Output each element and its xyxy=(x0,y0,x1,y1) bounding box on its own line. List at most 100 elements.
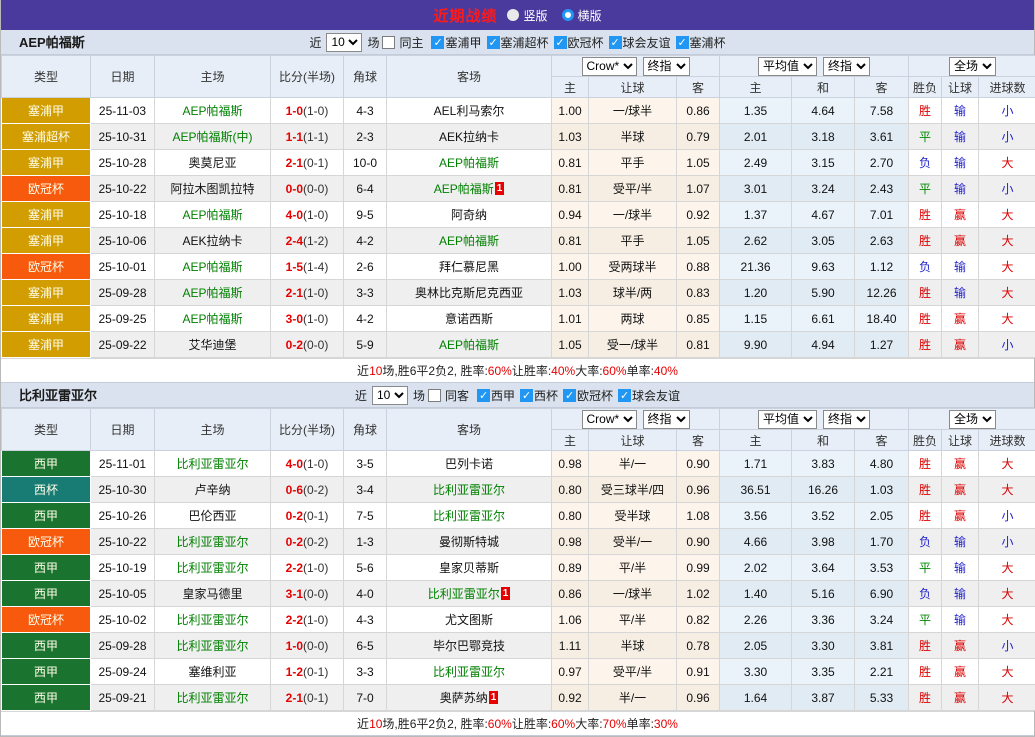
match-row: 西甲25-10-19比利亚雷亚尔2-2(1-0)5-6皇家贝蒂斯0.89平/半0… xyxy=(2,555,1035,581)
league-badge: 西甲 xyxy=(2,555,91,581)
home-team-name[interactable]: AEP帕福斯 xyxy=(182,208,242,222)
avg-ref-select[interactable]: 终指 xyxy=(823,57,870,76)
crow-home-odds: 0.81 xyxy=(552,176,589,202)
league-badge: 欧冠杯 xyxy=(2,607,91,633)
home-team-name[interactable]: AEP帕福斯 xyxy=(182,286,242,300)
goals-outcome: 小 xyxy=(979,529,1035,555)
handicap-outcome: 输 xyxy=(942,176,979,202)
result-outcome: 平 xyxy=(909,555,942,581)
corner-score: 1-3 xyxy=(344,529,387,555)
league-filter-item[interactable]: 塞浦杯 xyxy=(676,36,726,50)
summary-text-part: 30% xyxy=(654,717,678,731)
matches-table: 类型 日期 主场 比分(半场) 角球 客场 Crow*终指 平均值终指 全场 xyxy=(1,55,1035,358)
away-team-name: 奥林比克斯尼克西亚 xyxy=(415,286,523,300)
league-checkbox[interactable] xyxy=(676,36,689,49)
summary-text-part: 10 xyxy=(369,717,382,731)
league-filter-item[interactable]: 塞浦超杯 xyxy=(487,36,549,50)
bookmaker-select[interactable]: Crow* xyxy=(582,57,637,76)
halftime-score: (0-0) xyxy=(303,587,328,601)
book-ref-select[interactable]: 终指 xyxy=(643,410,690,429)
average-select[interactable]: 平均值 xyxy=(758,410,817,429)
score-cell: 2-2(1-0) xyxy=(271,607,344,633)
handicap-outcome: 输 xyxy=(942,280,979,306)
games-count-select[interactable]: 10 xyxy=(326,33,362,52)
league-checkbox[interactable] xyxy=(477,389,490,402)
home-team-name[interactable]: AEP帕福斯(中) xyxy=(172,130,252,144)
home-team-name[interactable]: 比利亚雷亚尔 xyxy=(176,561,248,575)
away-team-cell: AEP帕福斯 xyxy=(387,228,552,254)
summary-text-part: 大率: xyxy=(575,715,602,732)
home-team-cell: 塞维利亚 xyxy=(155,659,271,685)
col-home: 主场 xyxy=(155,56,271,98)
away-team-name[interactable]: AEP帕福斯 xyxy=(439,156,499,170)
league-checkbox[interactable] xyxy=(563,389,576,402)
away-team-name[interactable]: 比利亚雷亚尔 xyxy=(433,665,505,679)
summary-text-part: 40% xyxy=(654,364,678,378)
games-count-select[interactable]: 10 xyxy=(372,386,408,405)
average-select[interactable]: 平均值 xyxy=(758,57,817,76)
league-filter-item[interactable]: 西甲 xyxy=(477,389,515,403)
avg-ref-select[interactable]: 终指 xyxy=(823,410,870,429)
away-team-name[interactable]: 比利亚雷亚尔 xyxy=(428,587,500,601)
score-cell: 1-2(0-1) xyxy=(271,659,344,685)
league-checkbox[interactable] xyxy=(431,36,444,49)
away-team-name[interactable]: AEP帕福斯 xyxy=(439,338,499,352)
crow-away-odds: 0.81 xyxy=(677,332,720,358)
halftime-score: (0-1) xyxy=(303,509,328,523)
league-filter-item[interactable]: 欧冠杯 xyxy=(554,36,604,50)
home-team-cell: 奥莫尼亚 xyxy=(155,150,271,176)
league-checkbox[interactable] xyxy=(554,36,567,49)
vertical-layout-radio[interactable]: 竖版 xyxy=(507,7,547,24)
league-filter-item[interactable]: 塞浦甲 xyxy=(431,36,481,50)
avg-home-odds: 9.90 xyxy=(720,332,792,358)
league-filter-item[interactable]: 球会友谊 xyxy=(618,389,680,403)
home-team-cell: 比利亚雷亚尔 xyxy=(155,555,271,581)
league-filter-item[interactable]: 西杯 xyxy=(520,389,558,403)
book-ref-select[interactable]: 终指 xyxy=(643,57,690,76)
match-date: 25-10-01 xyxy=(91,254,155,280)
home-team-name[interactable]: 比利亚雷亚尔 xyxy=(176,639,248,653)
league-filter-item[interactable]: 球会友谊 xyxy=(609,36,671,50)
bookmaker-select[interactable]: Crow* xyxy=(582,410,637,429)
league-checkbox[interactable] xyxy=(487,36,500,49)
home-team-name[interactable]: 比利亚雷亚尔 xyxy=(176,613,248,627)
away-team-name[interactable]: AEP帕福斯 xyxy=(434,182,494,196)
home-team-name[interactable]: AEP帕福斯 xyxy=(182,104,242,118)
league-checkbox[interactable] xyxy=(520,389,533,402)
avg-home-odds: 2.49 xyxy=(720,150,792,176)
home-team-name[interactable]: AEP帕福斯 xyxy=(182,260,242,274)
scope-select[interactable]: 全场 xyxy=(949,410,996,429)
home-team-name[interactable]: 比利亚雷亚尔 xyxy=(176,535,248,549)
handicap-line: 受三球半/四 xyxy=(589,477,677,503)
away-team-name[interactable]: 比利亚雷亚尔 xyxy=(433,509,505,523)
away-team-name[interactable]: AEP帕福斯 xyxy=(439,234,499,248)
corner-score: 6-5 xyxy=(344,633,387,659)
halftime-score: (1-0) xyxy=(303,208,328,222)
away-team-name[interactable]: 比利亚雷亚尔 xyxy=(433,483,505,497)
horizontal-layout-radio[interactable]: 横版 xyxy=(562,7,602,24)
score-cell: 2-1(1-0) xyxy=(271,280,344,306)
home-team-name[interactable]: AEP帕福斯 xyxy=(182,312,242,326)
avg-home-odds: 3.56 xyxy=(720,503,792,529)
bookmaker-group-header: Crow* 终指 xyxy=(552,56,720,77)
summary-text-part: 近 xyxy=(357,715,369,732)
summary-text-part: 60% xyxy=(488,364,512,378)
scope-select[interactable]: 全场 xyxy=(949,57,996,76)
match-row: 西甲25-11-01比利亚雷亚尔4-0(1-0)3-5巴列卡诺0.98半/一0.… xyxy=(2,451,1035,477)
league-filter-group: 塞浦甲塞浦超杯欧冠杯球会友谊塞浦杯 xyxy=(426,34,725,51)
result-outcome: 胜 xyxy=(909,332,942,358)
home-team-name[interactable]: 比利亚雷亚尔 xyxy=(176,691,248,705)
match-row: 西甲25-10-26巴伦西亚0-2(0-1)7-5比利亚雷亚尔0.80受半球1.… xyxy=(2,503,1035,529)
same-side-checkbox[interactable] xyxy=(382,36,395,49)
league-filter-item[interactable]: 欧冠杯 xyxy=(563,389,613,403)
handicap-line: 半/一 xyxy=(589,685,677,711)
league-checkbox[interactable] xyxy=(609,36,622,49)
col-date: 日期 xyxy=(91,56,155,98)
score-cell: 1-0(1-0) xyxy=(271,98,344,124)
away-team-cell: 尤文图斯 xyxy=(387,607,552,633)
league-checkbox[interactable] xyxy=(618,389,631,402)
home-team-name[interactable]: 比利亚雷亚尔 xyxy=(176,457,248,471)
corner-score: 3-3 xyxy=(344,659,387,685)
handicap-outcome: 输 xyxy=(942,581,979,607)
same-side-checkbox[interactable] xyxy=(428,389,441,402)
